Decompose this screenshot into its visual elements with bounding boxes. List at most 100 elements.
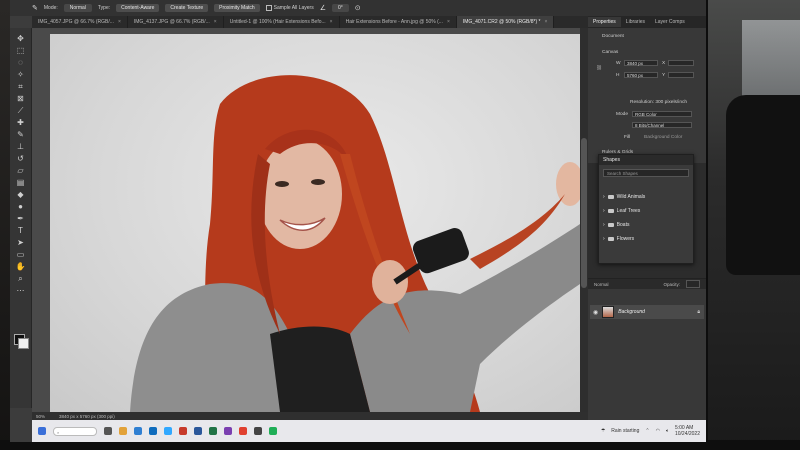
blur-icon[interactable]: ◆ (15, 190, 27, 199)
y-field[interactable] (668, 72, 694, 78)
tab-layer-comps[interactable]: Layer Comps (650, 17, 690, 27)
eyedropper-icon[interactable]: ⟋ (15, 106, 27, 115)
fill-value[interactable]: Background Color (644, 135, 682, 140)
layer-name[interactable]: Background (618, 309, 645, 315)
content-aware-button[interactable]: Content-Aware (116, 4, 160, 12)
healing-brush-icon[interactable]: ✚ (15, 118, 27, 127)
x-field[interactable] (668, 60, 694, 66)
weather-text[interactable]: Rain starting (611, 428, 639, 434)
color-mode-select[interactable]: RGB Color (632, 111, 692, 117)
spot-healing-brush-icon[interactable]: ✎ (32, 4, 38, 12)
close-icon[interactable]: × (330, 19, 333, 25)
lasso-icon[interactable]: ◌ (15, 58, 27, 67)
sample-all-layers-checkbox[interactable]: Sample All Layers (265, 5, 314, 11)
layer-thumbnail (602, 306, 615, 318)
link-icon[interactable]: ⛓ (596, 66, 602, 71)
more-tools-icon[interactable]: ⋯ (15, 286, 27, 295)
eraser-icon[interactable]: ▱ (15, 166, 27, 175)
wifi-icon[interactable]: ◠ (656, 428, 660, 434)
pen-icon[interactable]: ✒ (15, 214, 27, 223)
folder-icon (607, 237, 614, 241)
rectangle-icon[interactable]: ▭ (15, 250, 27, 259)
canvas-section-label[interactable]: Canvas (602, 50, 618, 55)
tab-label: IMG_4057.JPG @ 66.7% (RGB/... (38, 19, 114, 25)
shapes-folder-flowers[interactable]: › Flowers (603, 235, 634, 243)
clock[interactable]: 5:00 AM 10/24/2022 (675, 425, 700, 437)
path-select-icon[interactable]: ➤ (15, 238, 27, 247)
chevron-right-icon: › (603, 222, 605, 228)
shapes-folder-leaf-trees[interactable]: › Leaf Trees (603, 207, 640, 215)
quick-select-icon[interactable]: ✧ (15, 70, 27, 79)
background-color-swatch[interactable] (18, 338, 29, 349)
spotify-icon[interactable] (269, 427, 277, 435)
width-label: W (616, 61, 621, 66)
chrome-icon[interactable] (239, 427, 247, 435)
tab-img-4071[interactable]: IMG_4071.CR2 @ 50% (RGB/8*) * × (456, 16, 555, 28)
layer-row-background[interactable]: ◉ Background 🔒︎ (590, 305, 704, 319)
shapes-folder-boats[interactable]: › Boats (603, 221, 629, 229)
mail-icon[interactable] (149, 427, 157, 435)
canvas-vertical-scrollbar[interactable] (580, 28, 588, 412)
properties-section-title: Document (602, 34, 624, 39)
lock-icon[interactable]: 🔒︎ (697, 309, 700, 315)
marquee-icon[interactable]: ⬚ (15, 46, 27, 55)
clone-stamp-icon[interactable]: ⊥ (15, 142, 27, 151)
dodge-icon[interactable]: ● (15, 202, 27, 211)
tab-properties[interactable]: Properties (588, 17, 621, 27)
shapes-search-input[interactable]: Search Shapes (603, 169, 689, 177)
volume-icon[interactable]: 🔈︎ (666, 428, 669, 434)
settings-icon[interactable] (254, 427, 262, 435)
frame-icon[interactable]: ⊠ (15, 94, 27, 103)
eye-icon[interactable]: ◉ (590, 309, 598, 316)
height-field[interactable]: 5760 px (624, 72, 658, 78)
brush-icon[interactable]: ✎ (15, 130, 27, 139)
office-icon[interactable] (179, 427, 187, 435)
layers-options-bar: Normal Opacity: (588, 279, 706, 289)
tab-label: Untitled-1 @ 100% (Hair Extensions Befo.… (229, 19, 326, 25)
pressure-icon[interactable]: ⊙ (355, 4, 361, 12)
type-icon[interactable]: T (15, 226, 27, 235)
close-icon[interactable]: × (544, 19, 547, 25)
tab-hair-extensions[interactable]: Hair Extensions Before - Ann.jpg @ 50% (… (340, 16, 457, 28)
document-photo[interactable] (50, 34, 580, 412)
height-label: H (616, 73, 620, 78)
move-icon[interactable]: ✥ (15, 34, 27, 43)
angle-field[interactable]: 0° (331, 4, 349, 12)
gradient-icon[interactable]: ▤ (15, 178, 27, 187)
create-texture-button[interactable]: Create Texture (165, 4, 209, 12)
tab-libraries[interactable]: Libraries (621, 17, 650, 27)
tab-img-4137[interactable]: IMG_4137.JPG @ 66.7% (RGB/... × (128, 16, 224, 28)
edge-browser-icon[interactable] (134, 427, 142, 435)
history-brush-icon[interactable]: ↺ (15, 154, 27, 163)
canvas-area[interactable] (32, 28, 580, 412)
bit-depth-select[interactable]: 8 Bits/Channel (632, 122, 692, 128)
close-icon[interactable]: × (214, 19, 217, 25)
task-view-icon[interactable] (104, 427, 112, 435)
options-bar: ✎ Mode: Normal Type: Content-Aware Creat… (10, 0, 706, 16)
width-field[interactable]: 3840 px (624, 60, 658, 66)
chevron-up-icon[interactable]: ⌃ (645, 428, 649, 434)
word-icon[interactable] (194, 427, 202, 435)
hand-icon[interactable]: ✋ (15, 262, 27, 271)
tab-img-4057[interactable]: IMG_4057.JPG @ 66.7% (RGB/... × (32, 16, 128, 28)
taskbar-search-box[interactable]: ⌕ (53, 426, 97, 436)
photoshop-icon[interactable] (164, 427, 172, 435)
file-explorer-icon[interactable] (119, 427, 127, 435)
proximity-match-button[interactable]: Proximity Match (214, 4, 260, 12)
close-icon[interactable]: × (447, 19, 450, 25)
tab-label: IMG_4137.JPG @ 66.7% (RGB/... (133, 19, 210, 25)
excel-icon[interactable] (209, 427, 217, 435)
scrollbar-thumb[interactable] (581, 138, 587, 288)
app-icon[interactable] (224, 427, 232, 435)
opacity-field[interactable] (686, 280, 700, 288)
tab-untitled-1[interactable]: Untitled-1 @ 100% (Hair Extensions Befo.… (224, 16, 340, 28)
mode-select[interactable]: Normal (63, 4, 92, 12)
crop-icon[interactable]: ⌗ (15, 82, 27, 91)
weather-icon[interactable]: ☂ (601, 428, 605, 434)
blend-mode-select[interactable]: Normal (594, 282, 609, 287)
zoom-level[interactable]: 50% (36, 414, 45, 419)
zoom-icon[interactable]: ⌕ (15, 274, 27, 283)
start-button-icon[interactable] (38, 427, 46, 435)
close-icon[interactable]: × (118, 19, 121, 25)
shapes-folder-wild-animals[interactable]: › Wild Animals (603, 193, 645, 201)
